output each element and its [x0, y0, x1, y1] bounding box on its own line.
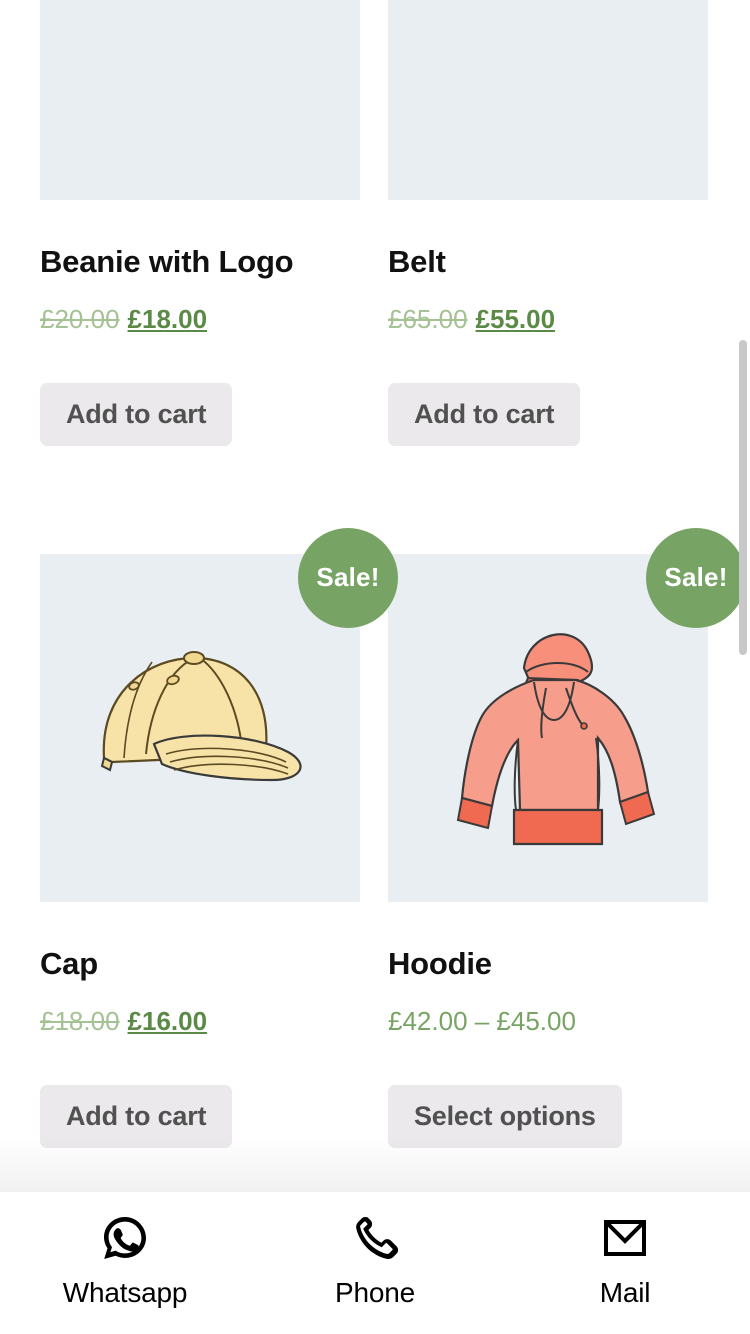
scrollbar-thumb[interactable] [739, 340, 747, 655]
product-price: £18.00 £16.00 [40, 1006, 360, 1037]
product-price: £65.00 £55.00 [388, 304, 708, 335]
sale-badge: Sale! [646, 527, 746, 628]
contact-label: Whatsapp [62, 1277, 188, 1308]
select-options-button[interactable]: Select options [388, 1084, 622, 1148]
contact-bar: Whatsapp Phone Mail [0, 1192, 750, 1334]
product-grid: Sale! Beanie with Logo £20.00£18.00 Add … [0, 0, 750, 1156]
product-image-beanie[interactable] [40, 0, 360, 200]
product-price: £42.00 – £45.00 [388, 1006, 708, 1037]
product-price-new: £55.00 [475, 303, 556, 334]
product-price-new: £18.00 [127, 303, 208, 334]
product-price-new: £16.00 [127, 1005, 208, 1036]
product-card-belt[interactable]: Sale! Belt £65.00£55.00 Add to cart [388, 0, 708, 454]
product-price-old: £18.00 [40, 1005, 120, 1036]
product-price: £20.00 £18.00 [40, 304, 360, 335]
add-to-cart-button[interactable]: Add to cart [40, 1084, 233, 1148]
product-title: Belt [388, 244, 446, 279]
shop-product-grid-scroll-area[interactable]: Sale! Beanie with Logo £20.00£18.00 Add … [0, 0, 750, 1192]
phone-icon [347, 1210, 403, 1266]
beanie-illustration [40, 0, 360, 200]
add-to-cart-button[interactable]: Add to cart [388, 382, 581, 446]
whatsapp-icon [97, 1210, 153, 1266]
product-price-range: £42.00 – £45.00 [388, 1005, 576, 1036]
belt-illustration [388, 0, 708, 200]
page-scrollbar[interactable] [736, 0, 750, 1192]
product-card-cap[interactable]: Sale! Cap £18.00 £16.00 Add to cart [40, 527, 398, 1156]
product-price-old: £20.00 [40, 303, 120, 334]
add-to-cart-button[interactable]: Add to cart [40, 382, 233, 446]
product-title: Hoodie [388, 945, 492, 981]
mail-icon [597, 1210, 653, 1266]
sale-badge: Sale! [298, 527, 398, 628]
contact-label: Phone [335, 1277, 415, 1308]
contact-item-whatsapp[interactable]: Whatsapp [0, 1192, 250, 1309]
product-title: Beanie with Logo [40, 244, 294, 279]
product-title: Cap [40, 945, 98, 981]
contact-item-mail[interactable]: Mail [500, 1192, 750, 1309]
product-card-hoodie[interactable]: Sale! Hoodie £42.00 – £45.00 Select opti… [388, 527, 746, 1156]
contact-label: Mail [599, 1277, 651, 1308]
product-card-beanie[interactable]: Sale! Beanie with Logo £20.00£18.00 Add … [40, 0, 360, 454]
product-price-old: £65.00 [388, 303, 468, 334]
contact-item-phone[interactable]: Phone [250, 1192, 500, 1309]
product-image-belt[interactable] [388, 0, 708, 200]
